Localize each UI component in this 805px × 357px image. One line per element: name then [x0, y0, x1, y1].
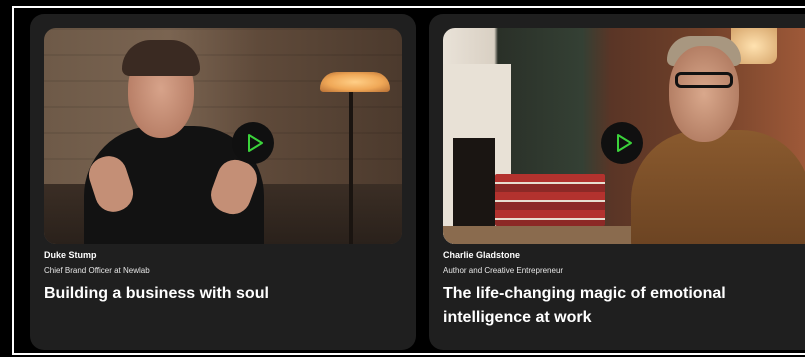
books	[495, 174, 605, 226]
speaker-role: Chief Brand Officer at Newlab	[44, 266, 150, 275]
play-button[interactable]	[601, 122, 643, 164]
video-thumbnail[interactable]	[44, 28, 402, 244]
video-title[interactable]: The life-changing magic of emotional int…	[443, 282, 783, 330]
video-title[interactable]: Building a business with soul	[44, 282, 269, 306]
video-thumbnail[interactable]	[443, 28, 805, 244]
video-card[interactable]: Charlie Gladstone Author and Creative En…	[429, 14, 805, 350]
play-button[interactable]	[232, 122, 274, 164]
play-icon	[247, 134, 263, 152]
speaker-name: Charlie Gladstone	[443, 250, 521, 260]
speaker-role: Author and Creative Entrepreneur	[443, 266, 564, 275]
lamp	[320, 72, 390, 92]
speaker-face	[669, 46, 739, 142]
video-card[interactable]: Duke Stump Chief Brand Officer at Newlab…	[30, 14, 416, 350]
thumbnail-image	[44, 28, 402, 244]
speaker-name: Duke Stump	[44, 250, 97, 260]
play-icon	[616, 134, 632, 152]
